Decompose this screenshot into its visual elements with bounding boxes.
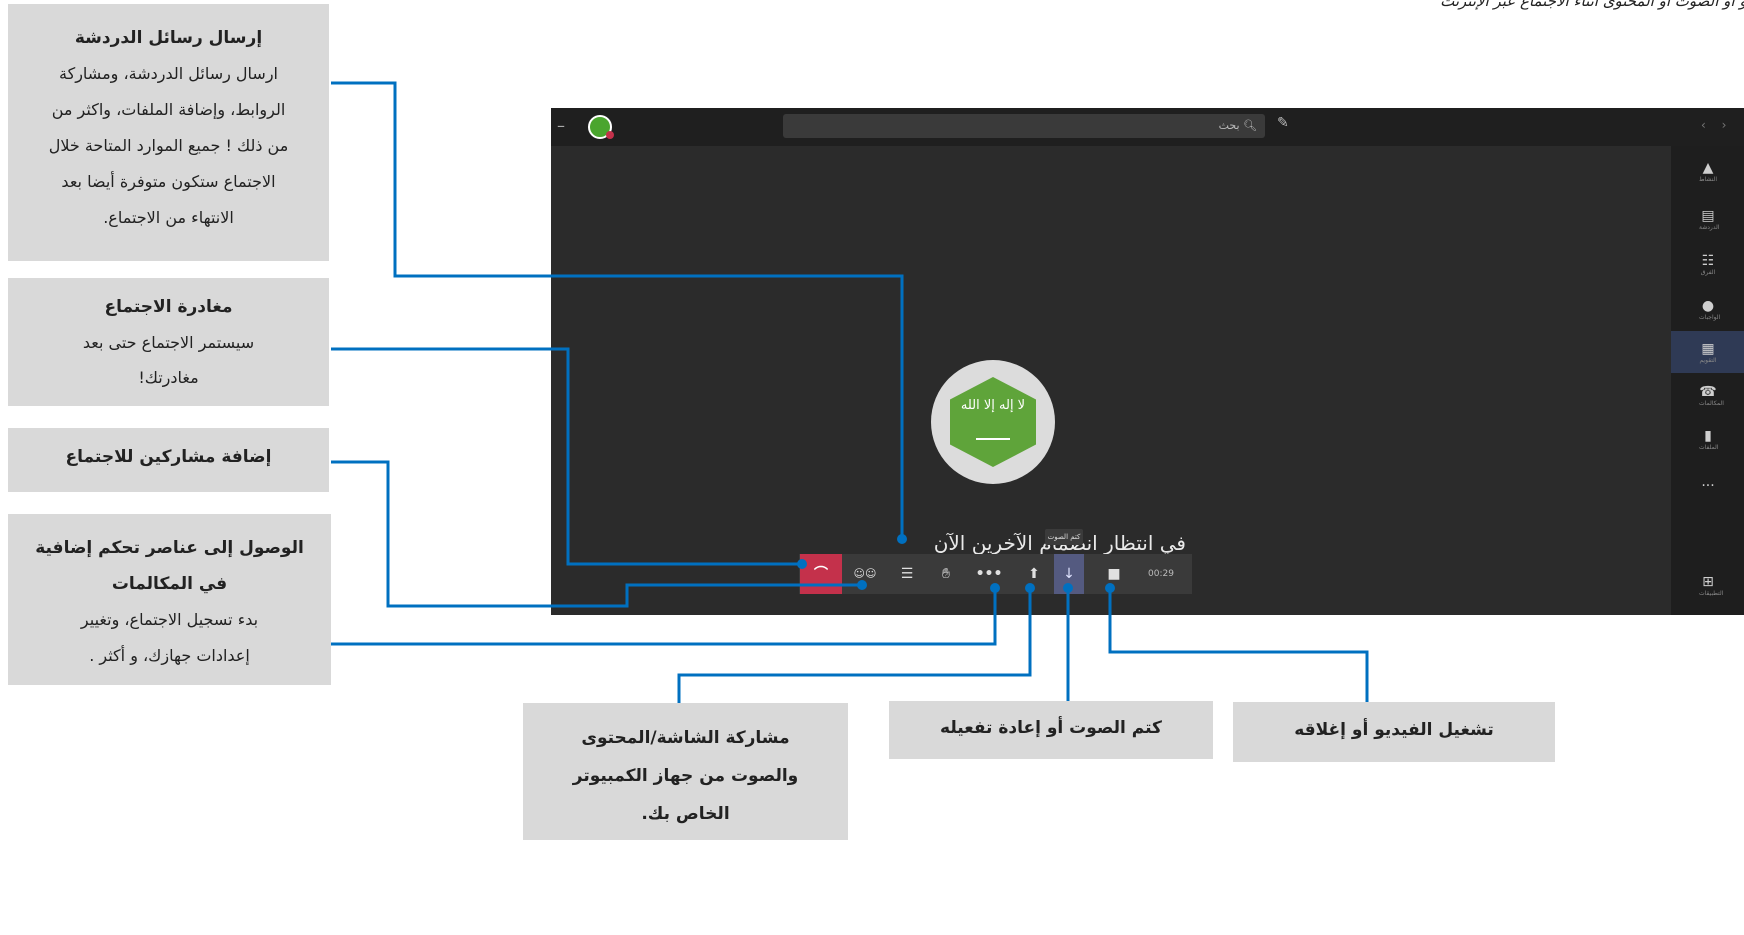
more-options-button[interactable]: ••• [975,554,1003,594]
waiting-message: في انتظار انضمام الآخرين الآن [933,531,1186,555]
more-options-icon: ••• [975,566,1003,582]
callout-chat-line: الاجتماع ستكون متوفرة أيضا بعد [61,172,276,191]
callout-leave: مغادرة الاجتماع سيستمر الاجتماع حتى بعد … [8,278,329,406]
rail-item-assignments[interactable]: ● الواجبات [1699,298,1721,321]
rail-label: الملفات [1699,444,1719,451]
raise-hand-icon: ✋︎ [942,566,950,582]
rail-label: الدردشة [1699,224,1720,231]
rail-label: المكالمات [1699,400,1724,407]
apps-icon: ⊞ [1702,574,1714,590]
bell-icon: ▲ [1702,160,1714,176]
search-icon: 🔍︎ [1239,119,1257,132]
callout-share-title: مشاركة الشاشة/المحتوى [581,728,790,748]
search-input[interactable]: 🔍︎ بحث [783,114,1265,138]
callout-more-controls-line: إعدادات جهازك، و أكثر . [89,646,250,665]
hangup-icon: ⌒ [814,566,828,582]
title-bar: – 🔍︎ بحث ✎ ‹ › [551,108,1744,146]
chat-icon: ☰ [900,566,914,582]
callout-video: تشغيل الفيديو أو إغلاقه [1233,702,1555,762]
callout-more-controls-title: في المكالمات [111,574,228,594]
more-apps-icon: ... [1701,474,1715,490]
video-button[interactable]: ■ [1099,554,1129,594]
rail-label: النشاط [1699,176,1718,183]
hangup-button[interactable]: ⌒ [800,554,842,594]
calendar-icon: ▦ [1701,341,1715,357]
phone-icon: ☎ [1699,384,1717,400]
callout-more-controls-title: الوصول إلى عناصر تحكم إضافية [35,538,304,558]
raise-hand-button[interactable]: ✋︎ [932,554,960,594]
callout-mute: كتم الصوت أو إعادة تفعيله [889,701,1213,759]
minimize-icon[interactable]: – [557,116,565,135]
rail-item-calls[interactable]: ☎ المكالمات [1699,384,1724,407]
mic-icon: ↓ [1063,566,1075,582]
callout-more-controls-line: بدء تسجيل الاجتماع، وتغيير [80,610,259,629]
callout-share-title: الخاص بك. [641,804,730,824]
rail-label: التطبيقات [1699,590,1724,597]
callout-chat: إرسال رسائل الدردشة ارسال رسائل الدردشة،… [8,4,329,261]
callout-add-participants: إضافة مشاركين للاجتماع [8,428,329,492]
callout-chat-line: ارسال رسائل الدردشة، ومشاركة [59,64,278,83]
callout-leave-line: سيستمر الاجتماع حتى بعد [82,333,255,352]
rail-label: التقويم [1699,357,1717,364]
callout-more-controls: الوصول إلى عناصر تحكم إضافية في المكالما… [8,514,331,685]
chat-icon: ▤ [1701,208,1715,224]
mic-button[interactable]: ↓ [1054,554,1084,594]
share-screen-icon: ⬆︎ [1028,566,1040,582]
user-avatar-icon[interactable] [588,115,614,139]
share-screen-button[interactable]: ⬆︎ [1020,554,1048,594]
rail-item-calendar[interactable]: ▦ التقويم [1699,341,1717,364]
callout-video-title: تشغيل الفيديو أو إغلاقه [1294,720,1494,740]
call-toolbar: ⌒ ☺☺ ☰ ✋︎ ••• ⬆︎ ↓ ■ 00:29 [799,554,1192,594]
compose-icon[interactable]: ✎ [1277,115,1289,131]
assignments-icon: ● [1701,298,1715,314]
participants-icon: ☺☺ [853,567,877,580]
call-timer: 00:29 [1148,569,1174,579]
teams-meeting-window: – 🔍︎ بحث ✎ ‹ › ▲ النشاط ▤ الدردشة ☷ الفرق ●… [551,108,1744,615]
teams-icon: ☷ [1701,253,1715,269]
rail-item-more[interactable]: ... [1699,474,1717,490]
rail-item-apps[interactable]: ⊞ التطبيقات [1699,574,1724,597]
callout-add-participants-title: إضافة مشاركين للاجتماع [65,447,272,467]
callout-share: مشاركة الشاشة/المحتوى والصوت من جهاز الك… [523,703,848,840]
flag-sword-icon [976,438,1010,440]
rail-item-chat[interactable]: ▤ الدردشة [1699,208,1720,231]
app-rail: ▲ النشاط ▤ الدردشة ☷ الفرق ● الواجبات ▦ التقو… [1671,146,1744,615]
mic-tooltip: كتم الصوت [1045,529,1083,545]
callout-chat-title: إرسال رسائل الدردشة [74,28,263,48]
rail-item-teams[interactable]: ☷ الفرق [1699,253,1717,276]
search-placeholder: بحث [1218,119,1240,132]
callout-leave-title: مغادرة الاجتماع [104,297,233,317]
chat-button[interactable]: ☰ [893,554,921,594]
file-icon: ▮ [1704,428,1712,444]
callout-chat-line: الروابط، وإضافة الملفات، واكثر من [51,100,286,119]
rail-label: الفرق [1700,269,1716,276]
top-caption: الفيديو أو الصوت أو المحتوى أثناء الاجتم… [1440,0,1744,10]
flag-script: لا إله إلا الله [960,398,1026,413]
callout-chat-line: من ذلك ! جميع الموارد المتاحة خلال [48,136,289,155]
rail-item-activity[interactable]: ▲ النشاط [1699,160,1717,183]
video-icon: ■ [1107,566,1121,582]
callout-chat-line: الانتهاء من الاجتماع. [103,208,234,227]
rail-item-files[interactable]: ▮ الملفات [1699,428,1719,451]
rail-label: الواجبات [1699,314,1721,321]
callout-leave-line: مغادرتك! [138,368,199,387]
callout-mute-title: كتم الصوت أو إعادة تفعيله [940,718,1162,738]
participants-button[interactable]: ☺☺ [851,554,879,594]
nav-arrows-icon[interactable]: ‹ › [1701,118,1732,132]
callout-share-title: والصوت من جهاز الكمبيوتر [572,766,799,786]
